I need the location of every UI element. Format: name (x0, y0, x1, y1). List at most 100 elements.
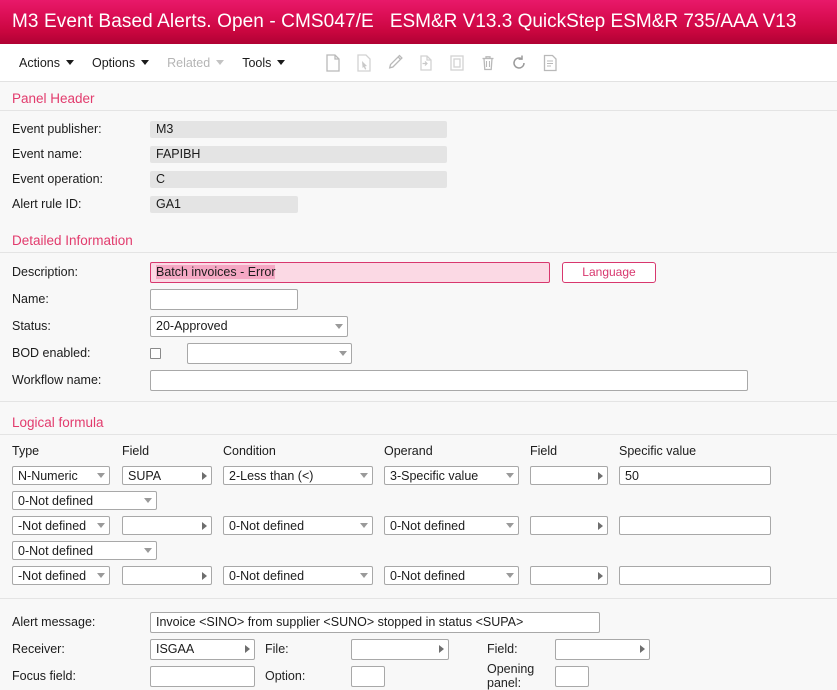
logical-formula-grid: Type Field Condition Operand Field Speci… (0, 441, 837, 588)
chevron-down-icon (97, 573, 105, 578)
chevron-down-icon (141, 60, 150, 65)
chevron-down-icon (360, 573, 368, 578)
row0-field-browse[interactable]: SUPA (122, 466, 212, 485)
row2-operand-select[interactable]: 0-Not defined (384, 566, 519, 585)
header-operand: Operand (384, 444, 433, 458)
window-title-bar: M3 Event Based Alerts. Open - CMS047/E E… (0, 0, 837, 44)
chevron-right-icon (598, 571, 603, 580)
row2-field-browse[interactable] (122, 566, 212, 585)
row-receiver-file-field: Receiver: ISGAA File: Field: (0, 636, 837, 662)
chevron-down-icon (97, 523, 105, 528)
row0-type-select[interactable]: N-Numeric (12, 466, 110, 485)
row1-condition-select[interactable]: 0-Not defined (223, 516, 373, 535)
toolbar-icon-group (322, 52, 561, 74)
status-label: Status: (12, 319, 51, 333)
menu-tools-label: Tools (242, 55, 272, 70)
description-input[interactable]: Batch invoices - Error (150, 261, 550, 283)
row1-type-select[interactable]: -Not defined (12, 516, 110, 535)
connector0-select[interactable]: 0-Not defined (12, 491, 157, 510)
chevron-right-icon (245, 645, 250, 653)
row0-operand-select[interactable]: 3-Specific value (384, 466, 519, 485)
row0-type-value: N-Numeric (18, 468, 78, 483)
field-alert-message: Alert message: Invoice <SINO> from suppl… (0, 609, 837, 635)
menu-actions[interactable]: Actions (10, 52, 83, 74)
copy-to-icon[interactable] (415, 52, 437, 74)
workflow-name-input[interactable] (150, 369, 748, 391)
row1-specific-value-input[interactable] (619, 516, 771, 535)
formula-connector-row: 0-Not defined (12, 488, 837, 513)
row0-condition-select[interactable]: 2-Less than (<) (223, 466, 373, 485)
header-condition: Condition (223, 444, 276, 458)
field-status: Status: 20-Approved (0, 313, 837, 339)
chevron-right-icon (640, 645, 645, 653)
name-input[interactable] (150, 288, 298, 310)
select-document-icon[interactable] (353, 52, 375, 74)
chevron-down-icon (506, 523, 514, 528)
row2-type-select[interactable]: -Not defined (12, 566, 110, 585)
field-event-publisher: Event publisher: M3 (0, 117, 837, 141)
bod-enabled-label: BOD enabled: (12, 346, 91, 360)
header-field: Field (122, 444, 150, 458)
option-input[interactable] (351, 665, 385, 687)
row0-field2-browse[interactable] (530, 466, 608, 485)
opening-panel-label: Opening panel: (487, 662, 535, 690)
row1-operand-select[interactable]: 0-Not defined (384, 516, 519, 535)
row2-type-value: -Not defined (18, 568, 87, 583)
chevron-right-icon (598, 521, 603, 530)
chevron-down-icon (144, 548, 152, 553)
description-value: Batch invoices - Error (156, 265, 276, 279)
delete-trash-icon[interactable] (477, 52, 499, 74)
field-bod-enabled: BOD enabled: (0, 340, 837, 366)
details-document-icon[interactable] (539, 52, 561, 74)
menu-tools[interactable]: Tools (233, 52, 294, 74)
event-publisher-label: Event publisher: (12, 122, 102, 136)
chevron-right-icon (202, 571, 207, 580)
row0-specific-value: 50 (625, 468, 639, 483)
chevron-down-icon (144, 498, 152, 503)
refresh-icon[interactable] (508, 52, 530, 74)
row2-condition-select[interactable]: 0-Not defined (223, 566, 373, 585)
language-button[interactable]: Language (562, 261, 656, 283)
file-browse[interactable] (351, 638, 449, 660)
edit-pencil-icon[interactable] (384, 52, 406, 74)
menu-related: Related (158, 52, 233, 74)
field-workflow-name: Workflow name: (0, 367, 837, 393)
formula-row: -Not defined 0-Not defined 0-Not defined (12, 563, 837, 588)
receiver-browse[interactable]: ISGAA (150, 638, 255, 660)
chevron-down-icon (506, 573, 514, 578)
receiver-label: Receiver: (12, 642, 65, 656)
field-event-operation: Event operation: C (0, 167, 837, 191)
focus-field-input[interactable] (150, 665, 255, 687)
description-label: Description: (12, 265, 78, 279)
new-document-icon[interactable] (322, 52, 344, 74)
chevron-down-icon (335, 323, 343, 329)
bod-select[interactable] (187, 342, 352, 364)
row2-specific-value-input[interactable] (619, 566, 771, 585)
opening-panel-input[interactable] (555, 665, 589, 687)
header-type: Type (12, 444, 40, 458)
header-field2: Field (530, 444, 558, 458)
row0-field-value: SUPA (128, 468, 162, 483)
status-value: 20-Approved (156, 319, 228, 333)
duplicate-icon[interactable] (446, 52, 468, 74)
chevron-down-icon (339, 350, 347, 356)
row2-condition-value: 0-Not defined (229, 568, 305, 583)
formula-header-row: Type Field Condition Operand Field Speci… (12, 441, 837, 461)
connector1-select[interactable]: 0-Not defined (12, 541, 157, 560)
alert-message-input[interactable]: Invoice <SINO> from supplier <SUNO> stop… (150, 611, 600, 633)
status-select[interactable]: 20-Approved (150, 315, 348, 337)
chevron-right-icon (439, 645, 444, 653)
section-panel-header: Panel Header (0, 82, 837, 111)
chevron-down-icon (66, 60, 74, 65)
row1-field2-browse[interactable] (530, 516, 608, 535)
menu-options[interactable]: Options (83, 52, 158, 74)
menu-related-label: Related (167, 55, 211, 70)
divider-after-logical-formula (0, 598, 837, 599)
field-browse[interactable] (555, 638, 650, 660)
row2-field2-browse[interactable] (530, 566, 608, 585)
event-name-label: Event name: (12, 147, 83, 161)
row1-field-browse[interactable] (122, 516, 212, 535)
row0-specific-value-input[interactable]: 50 (619, 466, 771, 485)
bod-enabled-checkbox[interactable] (150, 347, 161, 359)
workflow-name-label: Workflow name: (12, 373, 102, 387)
